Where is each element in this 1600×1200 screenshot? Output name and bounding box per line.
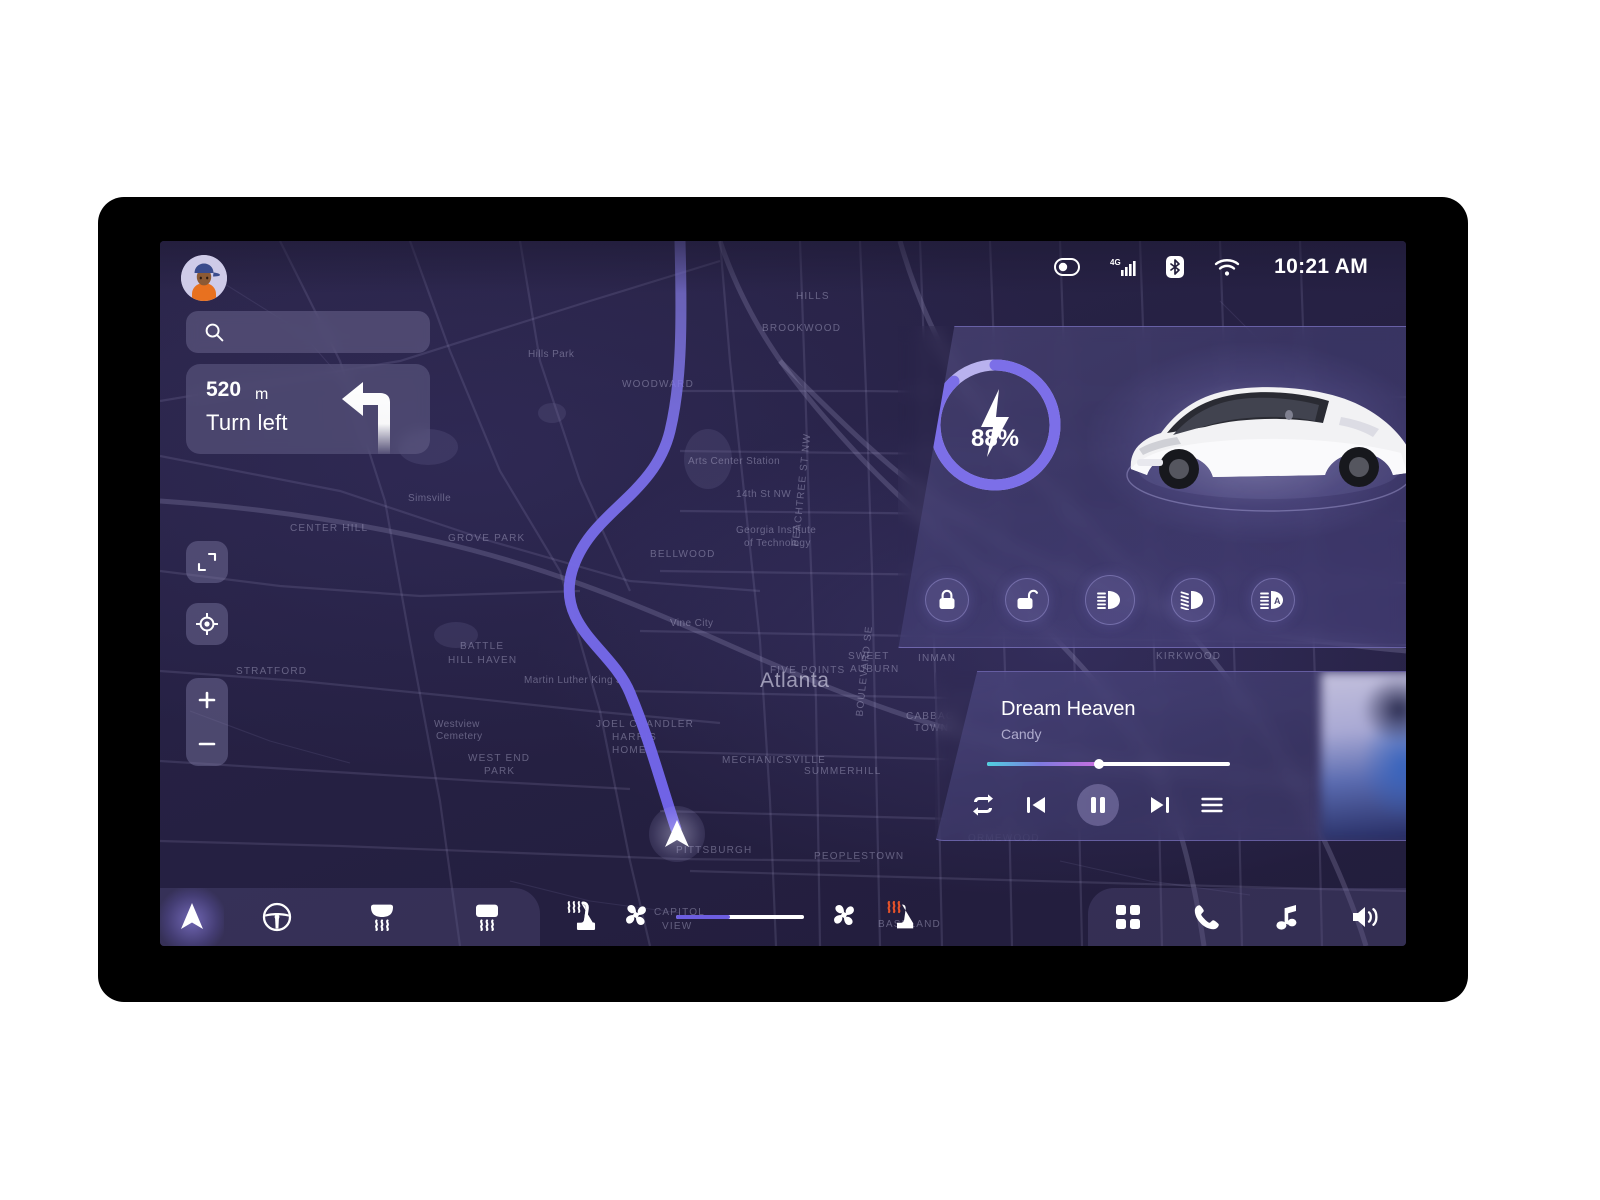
fan-icon <box>834 904 854 925</box>
front-defrost-icon <box>370 904 393 931</box>
high-beam-headlight-icon <box>1097 591 1120 609</box>
auto-headlight-icon: A <box>1260 591 1283 609</box>
bluetooth-icon[interactable] <box>1166 255 1185 279</box>
wifi-icon[interactable] <box>1214 257 1240 277</box>
nav-distance-value: 520 <box>206 378 242 401</box>
vehicle-controls: A <box>925 575 1295 625</box>
album-art-thumbnail[interactable] <box>1321 672 1406 840</box>
navigation-arrow-icon <box>665 820 689 847</box>
zoom-out-button[interactable] <box>186 722 228 766</box>
zoom-controls <box>186 678 228 766</box>
head-unit-device: Hills Park HILLS BROOKWOOD WOODWARD Arts… <box>98 197 1468 1002</box>
driver-fan-button[interactable] <box>622 901 650 934</box>
media-player-panel: Dream Heaven Candy <box>935 671 1406 841</box>
passenger-fan-button[interactable] <box>830 901 858 934</box>
rear-defrost-icon <box>476 904 499 931</box>
heated-seat-active-icon <box>887 900 914 928</box>
track-progress-bar[interactable] <box>987 759 1230 769</box>
search-input[interactable] <box>234 323 414 341</box>
low-beam-button[interactable] <box>1171 578 1215 622</box>
driver-avatar[interactable] <box>181 255 227 301</box>
steering-wheel-button[interactable] <box>224 888 329 946</box>
rear-defrost-button[interactable] <box>435 888 540 946</box>
media-controls <box>971 784 1223 826</box>
apps-grid-icon <box>1115 905 1140 929</box>
music-note-icon <box>1276 905 1297 930</box>
repeat-icon[interactable] <box>971 794 995 816</box>
status-clock: 10:21 AM <box>1274 255 1368 278</box>
left-dock <box>160 888 540 946</box>
search-bar[interactable] <box>186 311 430 353</box>
right-dock <box>1088 888 1406 946</box>
infotainment-screen: Hills Park HILLS BROOKWOOD WOODWARD Arts… <box>160 241 1406 946</box>
fan-speed-fill <box>676 915 730 919</box>
lock-closed-icon <box>939 589 955 609</box>
front-defrost-button[interactable] <box>329 888 434 946</box>
music-button[interactable] <box>1247 888 1327 946</box>
track-progress-handle[interactable] <box>1093 759 1104 769</box>
phone-button[interactable] <box>1168 888 1248 946</box>
battery-percent-label: 88% <box>970 425 1020 452</box>
locate-target-icon <box>196 613 218 635</box>
climate-controls <box>564 888 994 946</box>
navigation-instruction-card[interactable]: 520 m Turn left <box>186 364 430 454</box>
expand-icon <box>197 552 217 572</box>
vehicle-position-marker <box>649 806 705 862</box>
lock-button[interactable] <box>925 578 969 622</box>
skip-previous-icon[interactable] <box>1025 794 1047 816</box>
vehicle-image <box>1126 387 1406 512</box>
cellular-4g-icon[interactable]: 4G <box>1110 257 1136 277</box>
low-beam-headlight-icon <box>1180 591 1203 610</box>
expand-map-button[interactable] <box>186 541 228 583</box>
navigation-arrow-icon <box>181 903 203 929</box>
volume-speaker-icon <box>1353 907 1378 927</box>
volume-button[interactable] <box>1327 888 1407 946</box>
track-progress-fill <box>987 762 1099 766</box>
apps-button[interactable] <box>1088 888 1168 946</box>
unlock-button[interactable] <box>1005 578 1049 622</box>
display-toggle-icon[interactable] <box>1054 258 1081 276</box>
heated-seat-icon <box>567 900 596 930</box>
fan-speed-slider[interactable] <box>676 915 804 919</box>
driver-seat-heat-button[interactable] <box>564 900 596 935</box>
zoom-in-button[interactable] <box>186 678 228 722</box>
play-pause-button[interactable] <box>1077 784 1119 826</box>
avatar-illustration <box>181 255 227 301</box>
turn-left-arrow-icon <box>342 382 390 454</box>
pause-icon <box>1091 797 1105 813</box>
minus-icon <box>198 742 216 746</box>
plus-icon <box>198 691 216 709</box>
svg-text:4G: 4G <box>1110 258 1121 267</box>
track-title: Dream Heaven <box>1001 698 1136 720</box>
search-icon <box>205 323 224 342</box>
nav-distance-unit: m <box>255 386 269 403</box>
steering-wheel-icon <box>262 902 291 932</box>
recenter-button[interactable] <box>186 603 228 645</box>
status-bar: 4G 10:21 AM <box>160 241 1406 293</box>
vehicle-status-panel: 88% A <box>898 326 1406 648</box>
phone-icon <box>1195 905 1220 930</box>
lock-open-icon <box>1017 589 1038 609</box>
track-artist: Candy <box>1001 726 1042 742</box>
bottom-dock <box>160 888 1406 946</box>
list-menu-icon[interactable] <box>1201 796 1223 814</box>
passenger-seat-heat-button[interactable] <box>884 900 916 935</box>
navigation-button[interactable] <box>160 888 224 946</box>
fan-icon <box>626 904 646 925</box>
nav-instruction-text: Turn left <box>206 410 288 435</box>
auto-headlight-button[interactable]: A <box>1251 578 1295 622</box>
high-beam-button[interactable] <box>1085 575 1135 625</box>
skip-next-icon[interactable] <box>1149 794 1171 816</box>
svg-text:A: A <box>1274 596 1281 606</box>
